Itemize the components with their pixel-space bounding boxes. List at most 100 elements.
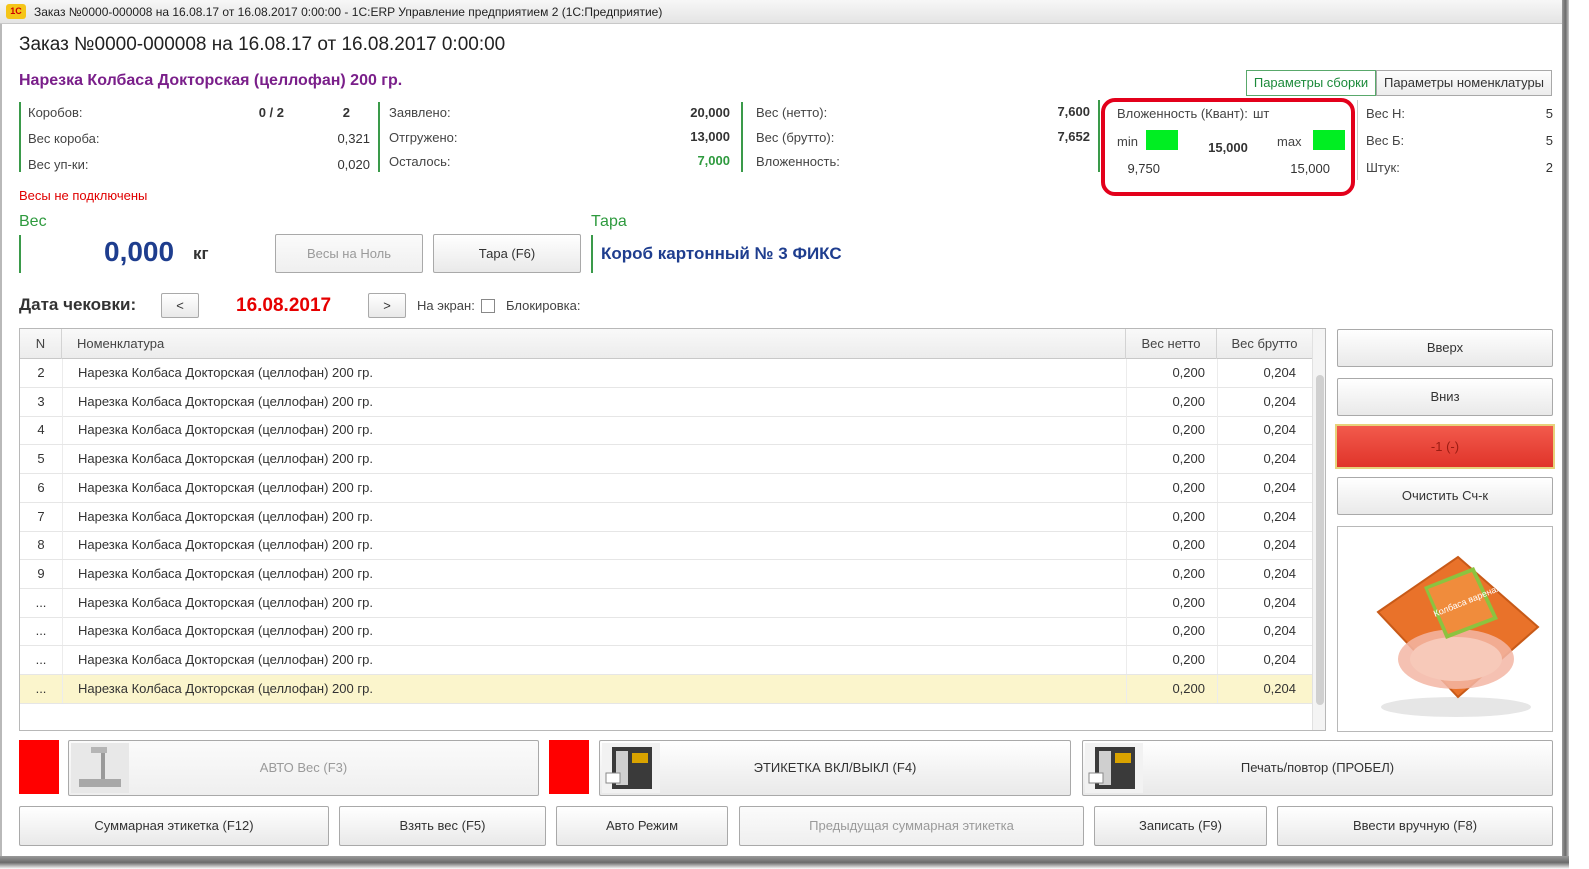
window-title: Заказ №0000-000008 на 16.08.17 от 16.08.… — [34, 5, 663, 19]
weight-unit: кг — [193, 244, 209, 263]
group-divider — [591, 235, 593, 273]
table-row[interactable]: 7 Нарезка Колбаса Докторская (целлофан) 2… — [20, 502, 1312, 532]
zero-scales-button[interactable]: Весы на Ноль — [275, 234, 423, 273]
auto-mode-button[interactable]: Авто Режим — [556, 806, 728, 846]
cell-n: ... — [35, 652, 47, 667]
table-row[interactable]: 5 Нарезка Колбаса Докторская (целлофан) 2… — [20, 445, 1312, 475]
down-button[interactable]: Вниз — [1337, 378, 1553, 416]
max-label: max — [1277, 134, 1302, 149]
tab-nomenclature-params[interactable]: Параметры номенклатуры — [1376, 70, 1552, 96]
group-divider — [741, 102, 743, 172]
weight-value: 0,000 — [104, 236, 175, 267]
save-button[interactable]: Записать (F9) — [1094, 806, 1267, 846]
print-repeat-label: Печать/повтор (ПРОБЕЛ) — [1240, 760, 1395, 775]
max-value: 15,000 — [1290, 161, 1330, 176]
remaining-value: 7,000 — [697, 153, 730, 168]
on-screen-checkbox[interactable] — [481, 299, 495, 313]
cell-gross-weight: 0,204 — [1217, 674, 1312, 703]
table-row[interactable]: 3 Нарезка Колбаса Докторская (целлофан) 2… — [20, 387, 1312, 417]
declared-label: Заявлено: — [389, 105, 451, 120]
doc-title: Заказ №0000-000008 на 16.08.17 от 16.08.… — [19, 34, 506, 55]
cell-n: 5 — [37, 451, 45, 467]
cell-n: 2 — [37, 365, 45, 380]
boxes-value: 0 / 2 — [258, 105, 284, 120]
summary-label-button[interactable]: Суммарная этикетка (F12) — [19, 806, 329, 846]
auto-weight-indicator — [19, 740, 59, 794]
cell-gross-weight: 0,204 — [1217, 502, 1312, 531]
cell-gross-weight: 0,204 — [1217, 445, 1312, 474]
next-date-button[interactable]: > — [368, 293, 406, 318]
ves-n-value: 5 — [1545, 106, 1553, 121]
cell-nomenclature: Нарезка Колбаса Докторская (целлофан) 20… — [62, 674, 1126, 703]
table-row[interactable]: 8 Нарезка Колбаса Докторская (целлофан) 2… — [20, 531, 1312, 561]
cell-nomenclature: Нарезка Колбаса Докторская (целлофан) 20… — [62, 559, 1126, 588]
table-row[interactable]: ... Нарезка Колбаса Докторская (целлофан)… — [20, 617, 1312, 647]
cell-nomenclature: Нарезка Колбаса Докторская (целлофан) 20… — [62, 588, 1126, 617]
net-weight-label: Вес (нетто): — [756, 105, 828, 120]
cell-gross-weight: 0,204 — [1217, 559, 1312, 588]
column-n[interactable]: N — [20, 329, 62, 359]
printer-icon — [602, 743, 660, 793]
printer-icon — [1085, 743, 1143, 793]
tab-assembly-params[interactable]: Параметры сборки — [1246, 70, 1376, 96]
minus-one-button[interactable]: -1 (-) — [1335, 424, 1555, 469]
cell-n: 8 — [37, 537, 45, 553]
items-table[interactable]: N Номенклатура Вес нетто Вес брутто 2 Нар… — [19, 328, 1326, 731]
print-repeat-button[interactable]: Печать/повтор (ПРОБЕЛ) — [1082, 740, 1553, 796]
take-weight-button[interactable]: Взять вес (F5) — [339, 806, 546, 846]
tare-button[interactable]: Тара (F6) — [433, 234, 581, 273]
clear-counter-button[interactable]: Очистить Сч-к — [1337, 477, 1553, 515]
up-button[interactable]: Вверх — [1337, 329, 1553, 367]
prev-date-button[interactable]: < — [161, 293, 199, 318]
cell-gross-weight: 0,204 — [1217, 617, 1312, 646]
cell-gross-weight: 0,204 — [1217, 416, 1312, 445]
table-row[interactable]: ... Нарезка Колбаса Докторская (целлофан)… — [20, 674, 1312, 704]
table-row[interactable]: 2 Нарезка Колбаса Докторская (целлофан) 2… — [20, 359, 1312, 388]
auto-weight-button[interactable]: АВТО Вес (F3) — [68, 740, 539, 796]
ves-n-label: Вес Н: — [1366, 106, 1406, 121]
quant-unit: шт — [1253, 106, 1270, 121]
cell-n: ... — [35, 594, 47, 610]
ves-b-label: Вес Б: — [1366, 133, 1405, 148]
prev-summary-label-button[interactable]: Предыдущая суммарная этикетка — [739, 806, 1084, 846]
cell-gross-weight: 0,204 — [1217, 531, 1312, 560]
table-scrollbar[interactable] — [1312, 329, 1325, 730]
table-row[interactable]: 9 Нарезка Колбаса Докторская (целлофан) 2… — [20, 559, 1312, 589]
pack-weight-label: Вес уп-ки: — [28, 157, 89, 172]
cell-gross-weight: 0,204 — [1217, 473, 1312, 502]
column-net-weight[interactable]: Вес нетто — [1126, 329, 1217, 359]
on-screen-label: На экран: — [417, 298, 475, 313]
cell-gross-weight: 0,204 — [1217, 387, 1312, 416]
cell-nomenclature: Нарезка Колбаса Докторская (целлофан) 20… — [62, 445, 1126, 474]
gross-weight-label: Вес (брутто): — [756, 130, 835, 145]
cell-net-weight: 0,200 — [1126, 559, 1217, 588]
table-row[interactable]: 6 Нарезка Колбаса Докторская (целлофан) 2… — [20, 473, 1312, 503]
table-row[interactable]: 4 Нарезка Колбаса Докторская (целлофан) 2… — [20, 416, 1312, 446]
cell-nomenclature: Нарезка Колбаса Докторская (целлофан) 20… — [62, 531, 1126, 560]
column-gross-weight[interactable]: Вес брутто — [1217, 329, 1312, 359]
label-toggle-label: ЭТИКЕТКА ВКЛ/ВЫКЛ (F4) — [753, 760, 917, 775]
cell-n: 4 — [37, 422, 45, 438]
pieces-value: 2 — [1545, 160, 1553, 175]
cell-net-weight: 0,200 — [1126, 445, 1217, 474]
column-nomenclature[interactable]: Номенклатура — [62, 329, 1126, 359]
min-label: min — [1117, 134, 1138, 149]
gross-weight-value: 7,652 — [1057, 129, 1090, 144]
quant-label: Вложенность (Квант): — [1117, 106, 1248, 121]
label-toggle-button[interactable]: ЭТИКЕТКА ВКЛ/ВЫКЛ (F4) — [599, 740, 1071, 796]
boxes-label: Коробов: — [28, 105, 83, 120]
manual-entry-button[interactable]: Ввести вручную (F8) — [1277, 806, 1553, 846]
scrollbar-thumb[interactable] — [1316, 375, 1324, 705]
table-row[interactable]: ... Нарезка Колбаса Докторская (целлофан)… — [20, 646, 1312, 675]
cell-n: 3 — [37, 393, 45, 409]
group-divider — [1098, 100, 1100, 172]
cell-net-weight: 0,200 — [1126, 359, 1217, 387]
table-row[interactable]: ... Нарезка Колбаса Докторская (целлофан)… — [20, 588, 1312, 618]
cell-gross-weight: 0,204 — [1217, 646, 1312, 674]
cell-net-weight: 0,200 — [1126, 473, 1217, 502]
min-value: 9,750 — [1127, 161, 1160, 176]
window-frame-right — [1562, 0, 1569, 869]
tare-title: Тара — [591, 213, 627, 230]
cell-nomenclature: Нарезка Колбаса Докторская (целлофан) 20… — [62, 387, 1126, 416]
ves-b-value: 5 — [1545, 133, 1553, 148]
